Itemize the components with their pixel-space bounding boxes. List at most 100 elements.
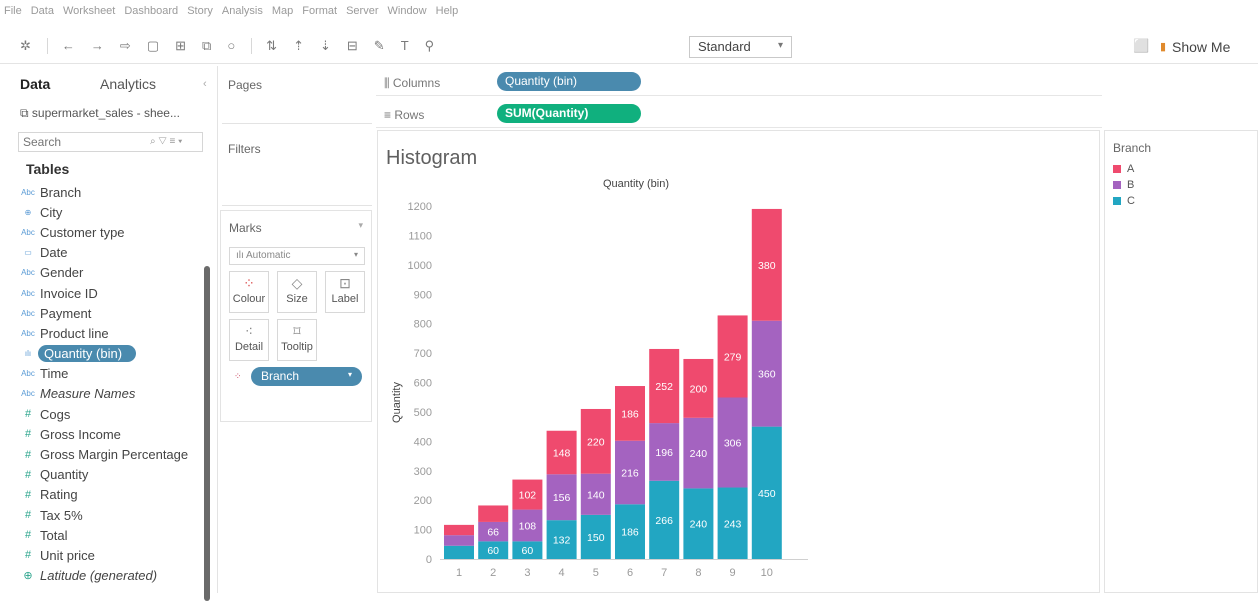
marks-menu-icon[interactable]: ▾: [358, 220, 363, 231]
field-item[interactable]: # Rating: [20, 485, 200, 505]
pages-card[interactable]: Pages: [222, 66, 372, 124]
columns-shelf[interactable]: ⫼ Columns Quantity (bin): [376, 70, 1102, 96]
size-button[interactable]: ◇ Size: [277, 271, 317, 313]
collapse-icon[interactable]: ‹: [203, 78, 207, 90]
legend-item[interactable]: C: [1113, 195, 1135, 207]
field-item[interactable]: # Unit price: [20, 545, 200, 565]
menu-format[interactable]: Format: [302, 5, 337, 17]
legend-item[interactable]: A: [1113, 163, 1134, 175]
menu-map[interactable]: Map: [272, 5, 293, 17]
menu-help[interactable]: Help: [436, 5, 459, 17]
field-item[interactable]: ılı Quantity (bin): [20, 344, 200, 364]
show-me-button[interactable]: Show Me: [1172, 39, 1230, 55]
marks-title: Marks: [229, 221, 262, 235]
sort-desc-icon[interactable]: ⇣: [320, 38, 331, 54]
size-icon: ◇: [291, 275, 303, 291]
field-item[interactable]: ⊕ City: [20, 202, 200, 222]
mark-type-select[interactable]: ılı Automatic ▾: [229, 247, 365, 265]
field-item[interactable]: ⊕ Latitude (generated): [20, 566, 200, 586]
label-label: Label: [331, 293, 359, 305]
presentation-icon[interactable]: ⬜: [1133, 38, 1149, 54]
tab-data[interactable]: Data: [20, 76, 50, 92]
menu-worksheet[interactable]: Worksheet: [63, 5, 115, 17]
rows-pill[interactable]: SUM(Quantity): [497, 104, 641, 123]
field-item[interactable]: # Tax 5%: [20, 505, 200, 525]
data-label: 266: [655, 515, 673, 527]
tooltip-button[interactable]: ⌑ Tooltip: [277, 319, 317, 361]
field-list: Abc Branch ⊕ City Abc Customer type ▭ Date Abc Ge…: [20, 182, 200, 586]
data-label: 66: [487, 527, 499, 539]
new-datasource-icon[interactable]: ⇨: [120, 38, 131, 54]
dimension-field-icon: Abc: [21, 187, 35, 197]
branch-colour-pill[interactable]: Branch ▾: [251, 367, 362, 386]
fit-select[interactable]: Standard ▾: [689, 36, 792, 58]
field-item[interactable]: Abc Measure Names: [20, 384, 200, 404]
measure-field-icon: #: [24, 468, 32, 481]
data-pane-scrollbar[interactable]: [204, 266, 210, 601]
tab-analytics[interactable]: Analytics: [100, 76, 156, 92]
menu-file[interactable]: File: [4, 5, 22, 17]
chevron-down-icon: ▾: [353, 250, 358, 259]
field-item[interactable]: Abc Time: [20, 364, 200, 384]
highlight-icon[interactable]: ✎: [374, 38, 385, 54]
field-item[interactable]: ▭ Date: [20, 243, 200, 263]
datasource-item[interactable]: ⧉ supermarket_sales - shee...: [20, 106, 180, 121]
labels-icon[interactable]: T: [401, 38, 409, 53]
data-label: 240: [690, 519, 708, 531]
new-worksheet-icon[interactable]: ⊞: [175, 38, 186, 54]
field-item[interactable]: Abc Branch: [20, 182, 200, 202]
menu-window[interactable]: Window: [388, 5, 427, 17]
data-label: 102: [519, 490, 537, 502]
rows-shelf[interactable]: ≡ Rows SUM(Quantity): [376, 102, 1102, 128]
menu-data[interactable]: Data: [31, 5, 54, 17]
detail-button[interactable]: ⁖ Detail: [229, 319, 269, 361]
data-label: 150: [587, 532, 605, 544]
y-tick-label: 500: [414, 407, 432, 419]
legend-swatch: [1113, 197, 1121, 205]
field-item[interactable]: Abc Customer type: [20, 222, 200, 242]
menu-story[interactable]: Story: [187, 5, 213, 17]
field-item[interactable]: # Gross Income: [20, 424, 200, 444]
menu-server[interactable]: Server: [346, 5, 378, 17]
dimension-field-icon: Abc: [21, 328, 35, 338]
tableau-logo-icon[interactable]: ✲: [20, 38, 31, 54]
redo-icon[interactable]: →: [91, 38, 104, 53]
x-tick-label: 1: [456, 567, 462, 579]
sort-asc-icon[interactable]: ⇡: [293, 38, 304, 54]
search-filter-icons[interactable]: ⌕ ▽ ≡ ▾: [150, 136, 182, 147]
group-icon[interactable]: ⊟: [347, 38, 358, 54]
data-label: 108: [519, 520, 537, 532]
rows-label: ≡ Rows: [384, 108, 424, 122]
x-tick-label: 9: [730, 567, 736, 579]
menu-analysis[interactable]: Analysis: [222, 5, 263, 17]
worksheet-view: Histogram Quantity (bin) 0 100 200 300 400 500…: [377, 130, 1100, 593]
y-tick-label: 200: [414, 495, 432, 507]
field-item[interactable]: # Gross Margin Percentage: [20, 444, 200, 464]
menu-dashboard[interactable]: Dashboard: [124, 5, 178, 17]
field-item[interactable]: Abc Invoice ID: [20, 283, 200, 303]
measure-field-icon: ⊕: [23, 570, 33, 583]
columns-pill[interactable]: Quantity (bin): [497, 72, 641, 91]
pin-icon[interactable]: ⚲: [425, 38, 435, 54]
x-tick-label: 10: [761, 567, 773, 579]
measure-field-icon: #: [24, 509, 32, 522]
filters-card[interactable]: Filters: [222, 130, 372, 206]
field-item[interactable]: Abc Product line: [20, 323, 200, 343]
field-item[interactable]: Abc Gender: [20, 263, 200, 283]
duplicate-icon[interactable]: ⧉: [202, 38, 211, 54]
field-item[interactable]: # Quantity: [20, 465, 200, 485]
toolbar: ✲ ← → ⇨ ▢ ⊞ ⧉ ○ ⇅ ⇡ ⇣ ⊟ ✎ T ⚲: [0, 28, 1258, 64]
label-button[interactable]: ⊡ Label: [325, 271, 365, 313]
clear-icon[interactable]: ○: [227, 38, 235, 53]
save-icon[interactable]: ▢: [147, 38, 159, 54]
field-item[interactable]: # Total: [20, 525, 200, 545]
undo-icon[interactable]: ←: [62, 38, 75, 53]
swap-icon[interactable]: ⇅: [266, 38, 277, 54]
data-label: 200: [690, 383, 708, 395]
legend-item[interactable]: B: [1113, 179, 1134, 191]
field-item[interactable]: # Cogs: [20, 404, 200, 424]
colour-button[interactable]: ⁘ Colour: [229, 271, 269, 313]
field-name: Gender: [40, 265, 84, 281]
detail-label: Detail: [234, 341, 264, 353]
field-item[interactable]: Abc Payment: [20, 303, 200, 323]
